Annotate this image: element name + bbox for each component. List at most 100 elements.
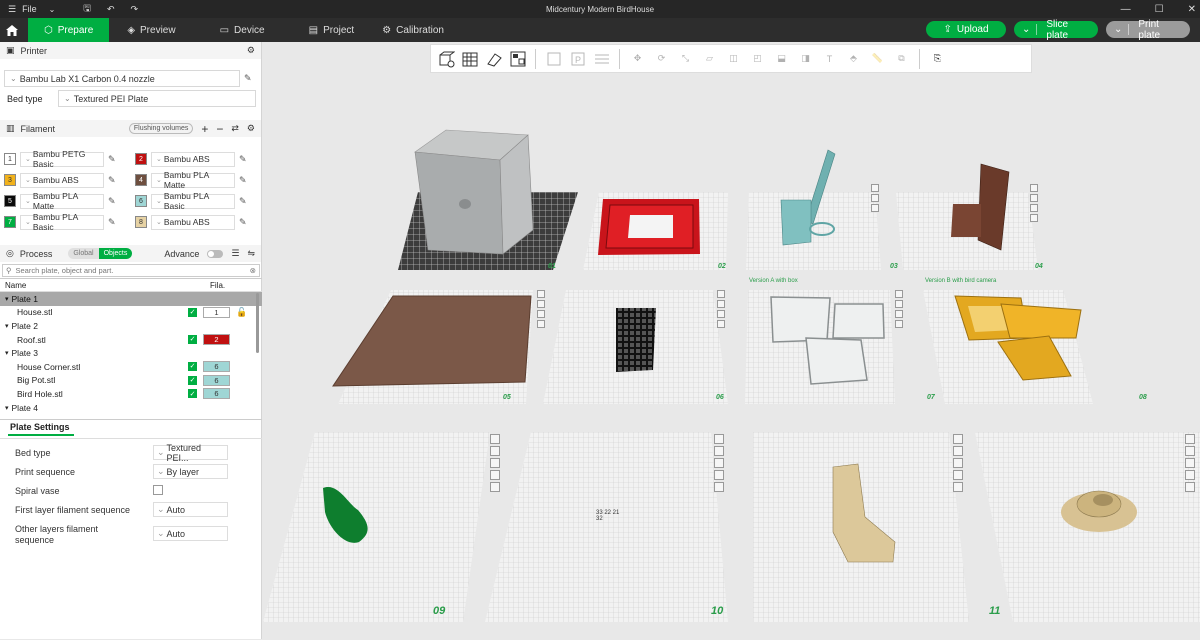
filament-slot-7[interactable]: 7 ⌄ Bambu PLA Basic ✎ xyxy=(4,212,132,232)
arrange-icon[interactable] xyxy=(507,48,528,69)
scale-icon[interactable]: ⤡ xyxy=(675,48,696,69)
arrange-icon[interactable] xyxy=(953,446,963,456)
filament-badge[interactable]: 6 xyxy=(203,360,230,372)
house-model[interactable] xyxy=(414,129,534,255)
base-board-model[interactable] xyxy=(332,295,532,387)
arrange-icon[interactable] xyxy=(537,300,545,308)
spiral-vase-checkbox[interactable] xyxy=(153,485,163,495)
add-object-icon[interactable] xyxy=(435,48,456,69)
filament-slot-8[interactable]: 8 ⌄ Bambu ABS ✎ xyxy=(135,213,263,231)
lock-icon[interactable]: 🔓 xyxy=(236,307,247,318)
search-box[interactable]: ⚲ Search plate, object and part. ⊗ xyxy=(2,264,260,277)
lock-icon[interactable] xyxy=(490,470,500,480)
edit-icon[interactable]: ✎ xyxy=(108,196,116,207)
edit-icon[interactable]: ✎ xyxy=(108,154,116,165)
filament-badge[interactable]: 6 xyxy=(203,374,230,386)
arrange-icon[interactable] xyxy=(871,194,879,202)
tab-preview[interactable]: ◈ Preview xyxy=(113,18,189,42)
plate-02-actions[interactable] xyxy=(871,184,879,212)
settings-icon[interactable]: ⚙ xyxy=(247,45,255,56)
filament-slot-4[interactable]: 4 ⌄ Bambu PLA Matte ✎ xyxy=(135,170,263,190)
settings-icon[interactable] xyxy=(953,482,963,492)
printer-select[interactable]: ⌄ Bambu Lab X1 Carbon 0.4 nozzle xyxy=(4,70,240,87)
visible-checkbox[interactable]: ✓ xyxy=(188,334,197,344)
filament-color-swatch[interactable]: 3 xyxy=(4,174,16,186)
plate-07-actions[interactable] xyxy=(895,290,903,328)
measure-icon[interactable]: 📏 xyxy=(867,48,888,69)
visible-checkbox[interactable]: ✓ xyxy=(188,389,197,399)
undo-icon[interactable]: ↶ xyxy=(107,4,115,15)
filament-color-swatch[interactable]: 2 xyxy=(135,153,147,165)
plate-11-actions[interactable] xyxy=(953,434,963,492)
close-icon[interactable] xyxy=(717,290,725,298)
filament-select[interactable]: ⌄ Bambu PLA Basic xyxy=(20,212,104,232)
tree-object-row[interactable]: Big Pot.stl ✓ 6 xyxy=(0,374,262,388)
visible-checkbox[interactable]: ✓ xyxy=(188,375,197,385)
filament-badge[interactable]: 2 xyxy=(203,333,230,345)
close-icon[interactable] xyxy=(871,184,879,192)
minimize-button[interactable]: — xyxy=(1121,4,1131,15)
global-option[interactable]: Global xyxy=(68,248,99,259)
ps-bed-type-select[interactable]: ⌄ Textured PEI... xyxy=(153,443,228,463)
upload-button[interactable]: ⇪ Upload xyxy=(926,21,1006,38)
tab-project[interactable]: ▤ Project xyxy=(295,18,369,42)
remove-icon[interactable]: − xyxy=(216,122,223,136)
print-sequence-select[interactable]: ⌄ By layer xyxy=(153,464,228,479)
home-icon[interactable] xyxy=(0,18,24,42)
filament-select[interactable]: ⌄ Bambu PLA Basic xyxy=(151,191,235,211)
search-input[interactable]: Search plate, object and part. xyxy=(16,266,114,275)
filament-slot-5[interactable]: 5 ⌄ Bambu PLA Matte ✎ xyxy=(4,191,132,211)
plate-05-actions[interactable] xyxy=(537,290,545,328)
picture-icon[interactable] xyxy=(714,458,724,468)
grid-panel-model[interactable] xyxy=(616,308,656,372)
settings-icon[interactable] xyxy=(714,482,724,492)
lock-icon[interactable] xyxy=(953,470,963,480)
filament-color-swatch[interactable]: 7 xyxy=(4,216,16,228)
edit-icon[interactable]: ✎ xyxy=(239,154,247,165)
auto-orient-icon[interactable] xyxy=(483,48,504,69)
tree-plate-row[interactable]: ▾ Plate 2 xyxy=(0,319,262,333)
visible-checkbox[interactable]: ✓ xyxy=(188,361,197,371)
edit-icon[interactable]: ✎ xyxy=(239,196,247,207)
3d-viewport[interactable]: 01 02 03 04 05 06 07 08 09 10 11 Version… xyxy=(263,42,1200,639)
filament-slot-3[interactable]: 3 ⌄ Bambu ABS ✎ xyxy=(4,171,132,189)
tree-object-row[interactable]: House.stl ✓ 1 🔓 xyxy=(0,306,262,320)
arrange-icon[interactable] xyxy=(717,300,725,308)
move-icon[interactable]: ✥ xyxy=(627,48,648,69)
settings-icon[interactable] xyxy=(717,320,725,328)
close-icon[interactable] xyxy=(537,290,545,298)
filament-select[interactable]: ⌄ Bambu ABS xyxy=(151,151,235,167)
compare-icon[interactable]: ⇋ xyxy=(247,248,255,259)
filament-slot-2[interactable]: 2 ⌄ Bambu ABS ✎ xyxy=(135,150,263,168)
picture-icon[interactable] xyxy=(953,458,963,468)
arrange-icon[interactable] xyxy=(1030,194,1038,202)
filament-select[interactable]: ⌄ Bambu PETG Basic xyxy=(20,149,104,169)
rotate-icon[interactable]: ⟳ xyxy=(651,48,672,69)
arrange-icon[interactable] xyxy=(1185,446,1195,456)
print-plate-button[interactable]: ⌄ Print plate xyxy=(1106,19,1190,41)
support-paint-icon[interactable]: ⬓ xyxy=(771,48,792,69)
split-objects-icon[interactable] xyxy=(543,48,564,69)
lock-icon[interactable] xyxy=(895,310,903,318)
tree-plate-row[interactable]: ▾ Plate 1 xyxy=(0,292,262,306)
tree-object-row[interactable]: Roof.stl ✓ 2 xyxy=(0,333,262,347)
file-menu[interactable]: File xyxy=(22,4,37,14)
arrange-icon[interactable] xyxy=(895,300,903,308)
plate-10-actions[interactable] xyxy=(714,434,724,492)
list-icon[interactable]: ☰ xyxy=(231,248,239,259)
tree-object-row[interactable]: Bird Hole.stl ✓ 6 xyxy=(0,387,262,401)
cut-icon[interactable]: ◫ xyxy=(723,48,744,69)
expand-chevron-icon[interactable]: ▾ xyxy=(5,349,9,357)
settings-icon[interactable] xyxy=(537,320,545,328)
settings-icon[interactable] xyxy=(1185,482,1195,492)
close-icon[interactable] xyxy=(714,434,724,444)
chevron-down-icon[interactable]: ⌄ xyxy=(49,5,56,14)
tree-plate-row[interactable]: ▾ Plate 3 xyxy=(0,346,262,360)
filament-select[interactable]: ⌄ Bambu PLA Matte xyxy=(151,170,235,190)
arrange-icon[interactable] xyxy=(714,446,724,456)
color-paint-icon[interactable]: ⬘ xyxy=(843,48,864,69)
lock-icon[interactable] xyxy=(714,470,724,480)
plate-06-actions[interactable] xyxy=(717,290,725,328)
plate-12-actions[interactable] xyxy=(1185,434,1195,492)
lay-on-face-icon[interactable]: ▱ xyxy=(699,48,720,69)
